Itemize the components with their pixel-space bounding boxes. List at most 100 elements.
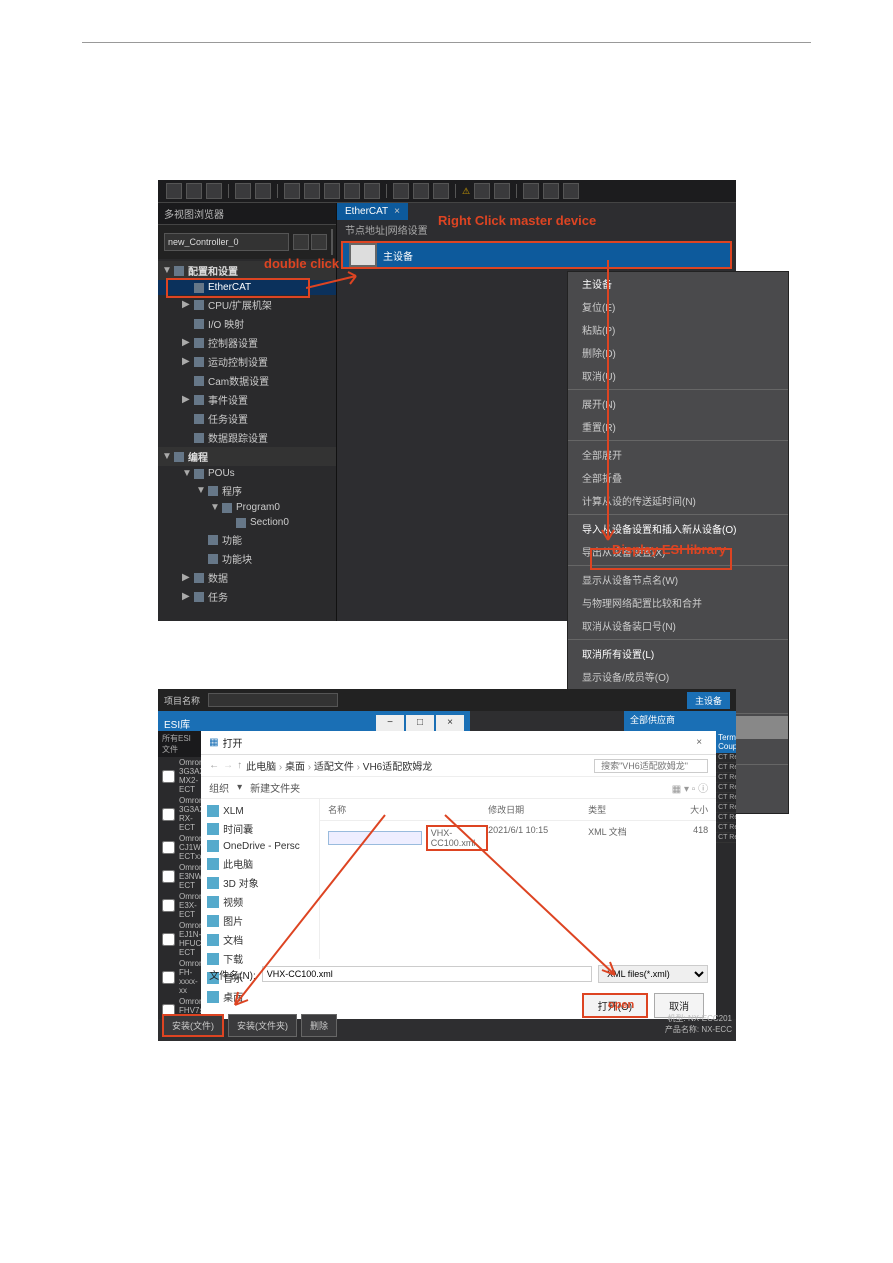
- esi-max-button[interactable]: □: [406, 715, 434, 731]
- dialog-sidebar-item[interactable]: 桌面: [205, 987, 315, 1006]
- breadcrumb-seg[interactable]: 此电脑: [246, 762, 276, 773]
- tree-item[interactable]: I/O 映射: [158, 314, 336, 333]
- breadcrumb-seg[interactable]: 适配文件: [314, 762, 354, 773]
- dialog-sidebar-item[interactable]: 时间囊: [205, 819, 315, 838]
- esi-checkbox[interactable]: [162, 971, 175, 984]
- esi-close-button[interactable]: ×: [436, 715, 464, 731]
- esi-list-header: 所有ESI文件: [158, 731, 201, 757]
- esi-list-item[interactable]: Omron 3G3AX-MX2-ECT: [158, 757, 201, 795]
- controller-select[interactable]: [164, 233, 289, 251]
- tool-redo[interactable]: [255, 183, 271, 199]
- dialog-sidebar-item[interactable]: OneDrive - Persc: [205, 838, 315, 854]
- tool-d[interactable]: [344, 183, 360, 199]
- filename-input[interactable]: [262, 966, 592, 982]
- screenshot-2: 项目名称 主设备 ESI库 − □ × 全部供应商 所有ESI文件 Omron …: [158, 689, 736, 1041]
- tree-item[interactable]: ▶事件设置: [158, 390, 336, 409]
- tree-item[interactable]: 功能: [158, 530, 336, 549]
- esi-list-item[interactable]: Omron 3G3AX-RX-ECT: [158, 795, 201, 833]
- view-icons[interactable]: ▦ ▾ ▫ ⓘ: [672, 780, 708, 795]
- esi-checkbox[interactable]: [162, 841, 175, 854]
- tree-item[interactable]: ▼配置和设置: [158, 261, 336, 280]
- organize-button[interactable]: 组织: [209, 780, 229, 795]
- new-folder-button[interactable]: 新建文件夹: [250, 780, 300, 795]
- ctrl-down[interactable]: [311, 234, 327, 250]
- esi-checkbox[interactable]: [162, 870, 175, 883]
- nav-fwd[interactable]: →: [223, 760, 233, 771]
- tool-j[interactable]: [523, 183, 539, 199]
- context-item[interactable]: 导入从设备设置和插入新从设备(O): [568, 517, 788, 540]
- tool-b[interactable]: [304, 183, 320, 199]
- tool-h[interactable]: [474, 183, 490, 199]
- tree-item[interactable]: ▼程序: [158, 481, 336, 500]
- esi-list-item[interactable]: Omron E3NW-ECT: [158, 862, 201, 891]
- esi-list-item[interactable]: Omron CJ1W-ECTxx: [158, 833, 201, 862]
- esi-list-item[interactable]: Omron EJ1N-HFUC-ECT: [158, 920, 201, 958]
- tool-search[interactable]: [393, 183, 409, 199]
- esi-list-item[interactable]: Omron FH-xxxx-xx: [158, 958, 201, 996]
- filetype-select[interactable]: XML files(*.xml): [598, 965, 708, 983]
- open-button[interactable]: 打开(O): [582, 993, 648, 1018]
- tool-f[interactable]: [413, 183, 429, 199]
- tool-undo[interactable]: [235, 183, 251, 199]
- tool-a[interactable]: [284, 183, 300, 199]
- rp-row: CT Rev: [716, 803, 736, 813]
- dialog-sidebar-item[interactable]: 文档: [205, 930, 315, 949]
- esi-min-button[interactable]: −: [376, 715, 404, 731]
- breadcrumb-seg[interactable]: 桌面: [285, 762, 305, 773]
- esi-checkbox[interactable]: [162, 770, 175, 783]
- dialog-sidebar-item[interactable]: 图片: [205, 911, 315, 930]
- dialog-sidebar-item[interactable]: 此电脑: [205, 854, 315, 873]
- install-folder-button[interactable]: 安装(文件夹): [228, 1014, 297, 1037]
- vendor-filter[interactable]: 全部供应商: [624, 711, 736, 731]
- tool-g[interactable]: [433, 183, 449, 199]
- rp-row: CT Rev: [716, 793, 736, 803]
- ethercat-tab[interactable]: EtherCAT ×: [337, 203, 408, 220]
- tree-item[interactable]: ▶数据: [158, 568, 336, 587]
- dialog-sidebar-item[interactable]: 视频: [205, 892, 315, 911]
- tree-item[interactable]: ▶运动控制设置: [158, 352, 336, 371]
- tool-l[interactable]: [563, 183, 579, 199]
- ctrl-up[interactable]: [293, 234, 309, 250]
- tree-item[interactable]: 功能块: [158, 549, 336, 568]
- tool-copy[interactable]: [186, 183, 202, 199]
- tool-i[interactable]: [494, 183, 510, 199]
- tab-close-icon[interactable]: ×: [394, 206, 400, 217]
- esi-checkbox[interactable]: [162, 899, 175, 912]
- tree-item[interactable]: ▼Program0: [158, 500, 336, 515]
- context-item: 与物理网络配置比较和合并: [568, 591, 788, 614]
- context-item[interactable]: 主设备: [568, 272, 788, 295]
- context-item[interactable]: 取消所有设置(L): [568, 642, 788, 665]
- dialog-sidebar-item[interactable]: XLM: [205, 803, 315, 819]
- tree-item[interactable]: Cam数据设置: [158, 371, 336, 390]
- dialog-search-input[interactable]: [594, 759, 708, 773]
- nav-up[interactable]: ↑: [237, 760, 242, 771]
- esi-checkbox[interactable]: [162, 808, 175, 821]
- file-name: VHX-CC100.xml: [426, 825, 488, 851]
- tree-item[interactable]: ▼编程: [158, 447, 336, 466]
- delete-button[interactable]: 删除: [301, 1014, 337, 1037]
- master-device-row[interactable]: 主设备: [341, 241, 732, 269]
- tool-c[interactable]: [324, 183, 340, 199]
- tool-e[interactable]: [364, 183, 380, 199]
- file-row[interactable]: VHX-CC100.xml 2021/6/1 10:15 XML 文档 418: [320, 821, 716, 855]
- nav-back[interactable]: ←: [209, 760, 219, 771]
- tool-paste[interactable]: [206, 183, 222, 199]
- dialog-sidebar-item[interactable]: 3D 对象: [205, 873, 315, 892]
- project-name-input[interactable]: [208, 693, 338, 707]
- tool-k[interactable]: [543, 183, 559, 199]
- esi-list-item[interactable]: Omron E3X-ECT: [158, 891, 201, 920]
- tool-cut[interactable]: [166, 183, 182, 199]
- dialog-close-button[interactable]: ×: [690, 737, 708, 748]
- tree-item[interactable]: Section0: [158, 515, 336, 530]
- tree-item[interactable]: 数据跟踪设置: [158, 428, 336, 447]
- esi-checkbox[interactable]: [162, 933, 175, 946]
- tree-item[interactable]: ▼POUs: [158, 466, 336, 481]
- terminal-coupler-header: Terminal Coupler: [716, 731, 736, 753]
- tree-item[interactable]: EtherCAT: [158, 280, 336, 295]
- tree-item[interactable]: 任务设置: [158, 409, 336, 428]
- breadcrumb-seg[interactable]: VH6适配欧姆龙: [363, 762, 432, 773]
- install-file-button[interactable]: 安装(文件): [162, 1014, 224, 1037]
- tree-item[interactable]: ▶控制器设置: [158, 333, 336, 352]
- tree-item[interactable]: ▶CPU/扩展机架: [158, 295, 336, 314]
- tree-item[interactable]: ▶任务: [158, 587, 336, 606]
